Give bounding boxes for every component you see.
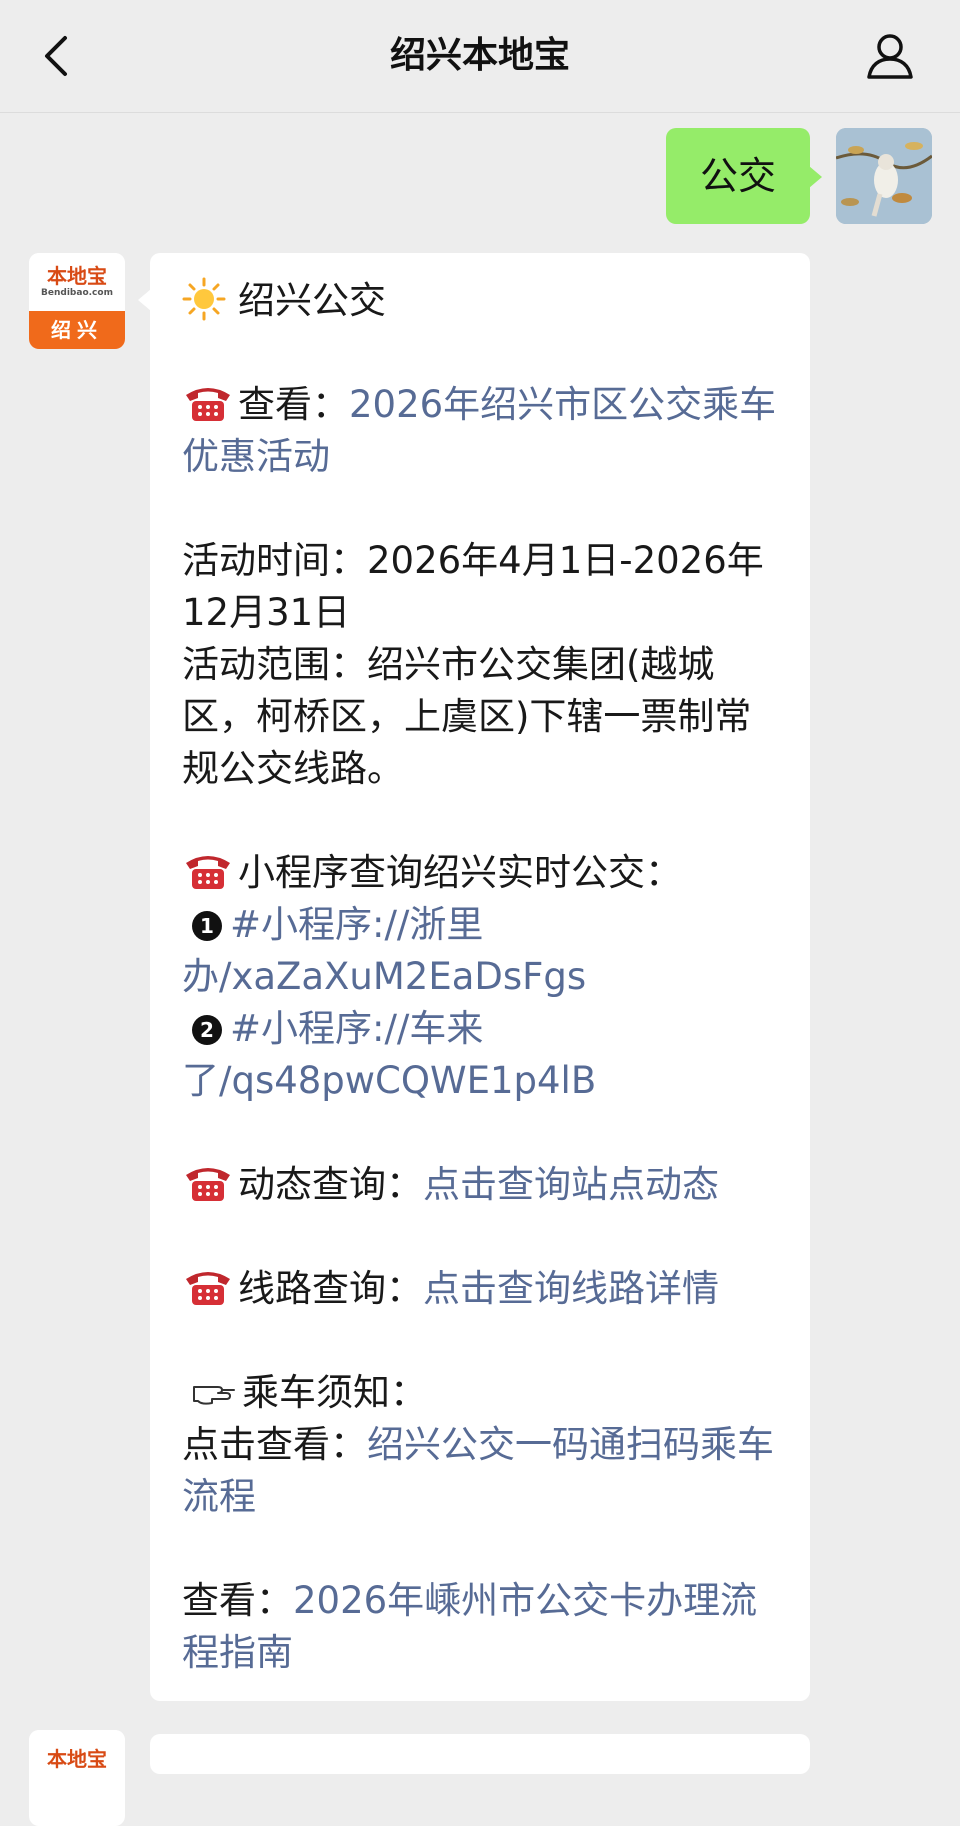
number-one-icon: 1 — [192, 911, 222, 941]
top-bar: 绍兴本地宝 — [0, 0, 960, 113]
bot-avatar-city: 绍兴 — [29, 311, 125, 349]
bot-avatar-logo: 本地宝 Bendibao.com — [29, 253, 125, 311]
user-avatar[interactable] — [836, 128, 932, 224]
outgoing-message: 公交 — [665, 128, 932, 224]
outgoing-bubble[interactable]: 公交 — [665, 128, 823, 224]
notice-heading-text: 乘车须知： — [242, 1371, 427, 1414]
route-detail-link[interactable]: 点击查询线路详情 — [423, 1267, 719, 1310]
telephone-icon — [186, 1168, 230, 1201]
mini-program-link-1[interactable]: #小程序://浙里办/xaZaXuM2EaDsFgs — [182, 903, 586, 998]
person-icon — [867, 34, 913, 79]
bot-avatar-logo: 本地宝 — [29, 1730, 125, 1788]
route-query: 线路查询：点击查询线路详情 — [182, 1263, 782, 1315]
activity-time: 活动时间：2026年4月1日-2026年12月31日 — [182, 539, 764, 634]
telephone-icon — [186, 388, 230, 421]
mini-program-2: 2 #小程序://车来了/qs48pwCQWE1p4lB — [182, 1003, 782, 1107]
heading-text: 绍兴公交 — [238, 279, 386, 322]
item-view-offer: 查看：2026年绍兴市区公交乘车优惠活动 — [182, 379, 782, 483]
item1-prefix: 查看： — [238, 383, 349, 426]
mini-program-heading: 小程序查询绍兴实时公交： — [182, 847, 782, 899]
profile-button[interactable] — [860, 26, 920, 86]
brand-site: Bendibao.com — [41, 288, 113, 298]
dynamic-query: 动态查询：点击查询站点动态 — [182, 1159, 782, 1211]
station-dynamic-link[interactable]: 点击查询站点动态 — [423, 1163, 719, 1206]
message-heading: 绍兴公交 — [182, 275, 782, 327]
last-item: 查看：2026年嵊州市公交卡办理流程指南 — [182, 1575, 782, 1679]
bot-avatar[interactable]: 本地宝 Bendibao.com 绍兴 — [29, 253, 125, 349]
dynamic-prefix: 动态查询： — [238, 1163, 423, 1206]
telephone-icon — [186, 1272, 230, 1305]
brand-text: 本地宝 — [47, 264, 107, 288]
route-prefix: 线路查询： — [238, 1267, 423, 1310]
activity-scope: 活动范围：绍兴市公交集团(越城区，柯桥区，上虞区)下辖一票制常规公交线路。 — [182, 643, 752, 790]
notice-heading: 乘车须知： — [182, 1367, 782, 1419]
last-prefix: 查看： — [182, 1579, 293, 1622]
bot-avatar-next[interactable]: 本地宝 — [29, 1730, 125, 1826]
mini-heading-text: 小程序查询绍兴实时公交： — [238, 851, 682, 894]
page-title: 绍兴本地宝 — [389, 35, 570, 76]
incoming-bubble: 绍兴公交 查看：2026年绍兴市区公交乘车优惠活动 活动时间：2026年4月1日… — [138, 253, 810, 1701]
pointing-hand-icon — [193, 1386, 235, 1405]
brand-text: 本地宝 — [47, 1747, 107, 1771]
number-two-icon: 2 — [192, 1015, 222, 1045]
next-incoming-bubble — [150, 1734, 810, 1774]
mini-program-1: 1 #小程序://浙里办/xaZaXuM2EaDsFgs — [182, 899, 782, 1003]
telephone-icon — [186, 856, 230, 889]
bird-photo-icon — [836, 128, 932, 224]
notice-prefix: 点击查看： — [182, 1423, 367, 1466]
notice-view: 点击查看：绍兴公交一码通扫码乘车流程 — [182, 1419, 782, 1523]
sun-icon — [182, 277, 226, 321]
mini-program-link-2[interactable]: #小程序://车来了/qs48pwCQWE1p4lB — [182, 1007, 596, 1102]
